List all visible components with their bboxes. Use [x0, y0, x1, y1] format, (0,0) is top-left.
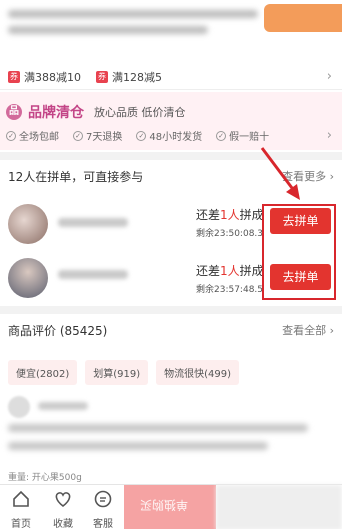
- chat-icon: [94, 490, 112, 508]
- home-icon: [13, 490, 29, 507]
- reviews-header: 商品评价 (85425): [8, 324, 108, 338]
- product-spec: 重量: 开心果500g: [8, 473, 82, 483]
- group-buy-button-blurred[interactable]: [216, 485, 342, 529]
- review-tag[interactable]: 便宜(2802): [8, 360, 78, 385]
- reviewer-avatar: [8, 396, 30, 418]
- nav-favorite[interactable]: 收藏: [46, 485, 80, 529]
- review-tags: 便宜(2802) 划算(919) 物流很快(499): [8, 360, 240, 385]
- review-tag[interactable]: 物流很快(499): [156, 360, 240, 385]
- bottom-bar: 首页 收藏 客服 单独购买: [0, 484, 342, 529]
- nav-customer-service[interactable]: 客服: [86, 485, 120, 529]
- view-all-reviews-link[interactable]: 查看全部 ›: [282, 322, 334, 338]
- reviewer-name-blurred: [38, 402, 88, 410]
- nav-home[interactable]: 首页: [4, 485, 38, 529]
- review-text-blurred: [8, 424, 318, 460]
- review-tag[interactable]: 划算(919): [85, 360, 149, 385]
- heart-icon: [55, 492, 71, 508]
- divider: [0, 306, 342, 314]
- buy-alone-label: 单独购买: [140, 498, 189, 512]
